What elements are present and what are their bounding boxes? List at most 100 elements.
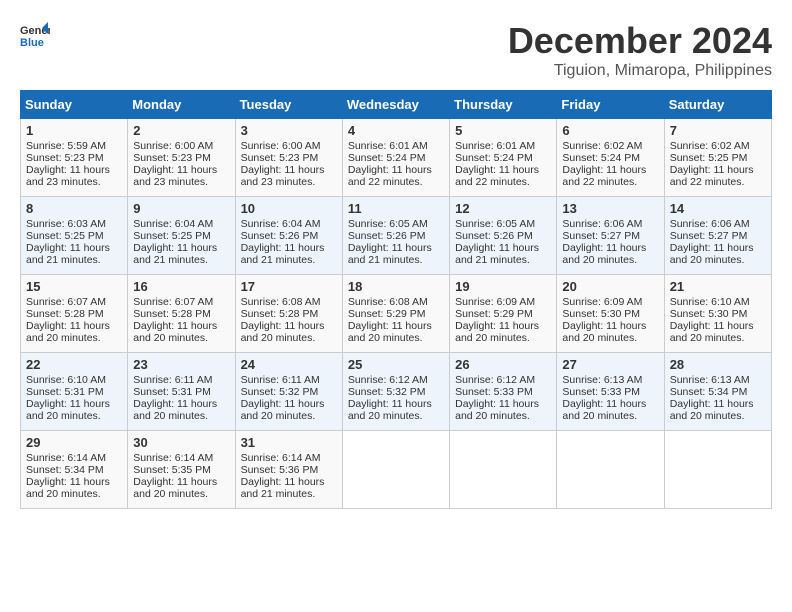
day-info: Sunset: 5:28 PM (133, 308, 229, 320)
day-info: and 21 minutes. (241, 488, 337, 500)
day-info: Daylight: 11 hours (133, 320, 229, 332)
day-info: Daylight: 11 hours (670, 164, 766, 176)
day-info: Sunrise: 6:01 AM (348, 140, 444, 152)
day-info: Sunset: 5:25 PM (133, 230, 229, 242)
calendar-cell: 24Sunrise: 6:11 AMSunset: 5:32 PMDayligh… (235, 353, 342, 431)
day-info: Sunrise: 6:13 AM (670, 374, 766, 386)
day-number: 31 (241, 435, 337, 450)
day-info: Daylight: 11 hours (348, 164, 444, 176)
col-saturday: Saturday (664, 91, 771, 119)
day-info: and 20 minutes. (670, 254, 766, 266)
day-number: 23 (133, 357, 229, 372)
day-info: Daylight: 11 hours (26, 164, 122, 176)
day-info: Daylight: 11 hours (455, 398, 551, 410)
day-info: Sunset: 5:30 PM (670, 308, 766, 320)
calendar-cell (557, 431, 664, 509)
day-number: 9 (133, 201, 229, 216)
month-title: December 2024 (508, 20, 772, 62)
calendar-cell: 10Sunrise: 6:04 AMSunset: 5:26 PMDayligh… (235, 197, 342, 275)
calendar-cell (342, 431, 449, 509)
day-number: 21 (670, 279, 766, 294)
day-number: 13 (562, 201, 658, 216)
calendar-cell: 23Sunrise: 6:11 AMSunset: 5:31 PMDayligh… (128, 353, 235, 431)
day-number: 1 (26, 123, 122, 138)
day-info: Daylight: 11 hours (26, 320, 122, 332)
day-number: 4 (348, 123, 444, 138)
col-thursday: Thursday (450, 91, 557, 119)
day-info: Daylight: 11 hours (133, 398, 229, 410)
day-info: Sunset: 5:23 PM (26, 152, 122, 164)
day-info: and 20 minutes. (133, 410, 229, 422)
calendar-cell: 15Sunrise: 6:07 AMSunset: 5:28 PMDayligh… (21, 275, 128, 353)
day-number: 14 (670, 201, 766, 216)
calendar-cell: 5Sunrise: 6:01 AMSunset: 5:24 PMDaylight… (450, 119, 557, 197)
day-info: and 20 minutes. (241, 332, 337, 344)
calendar-cell: 31Sunrise: 6:14 AMSunset: 5:36 PMDayligh… (235, 431, 342, 509)
day-info: and 20 minutes. (26, 332, 122, 344)
day-info: Sunrise: 6:04 AM (241, 218, 337, 230)
col-wednesday: Wednesday (342, 91, 449, 119)
day-number: 28 (670, 357, 766, 372)
day-info: Sunset: 5:34 PM (670, 386, 766, 398)
day-info: Sunset: 5:33 PM (562, 386, 658, 398)
calendar-cell: 13Sunrise: 6:06 AMSunset: 5:27 PMDayligh… (557, 197, 664, 275)
day-info: and 20 minutes. (455, 332, 551, 344)
logo-icon: General Blue (20, 20, 50, 50)
calendar-cell: 28 Sunrise: 6:13 AMSunset: 5:34 PMDayligh… (664, 353, 771, 431)
calendar-cell: 27Sunrise: 6:13 AMSunset: 5:33 PMDayligh… (557, 353, 664, 431)
day-info: Sunrise: 6:07 AM (133, 296, 229, 308)
day-info: Sunrise: 6:02 AM (670, 140, 766, 152)
day-info: Daylight: 11 hours (670, 398, 766, 410)
day-info: Sunrise: 5:59 AM (26, 140, 122, 152)
day-info: and 20 minutes. (133, 488, 229, 500)
day-number: 18 (348, 279, 444, 294)
day-info: Daylight: 11 hours (241, 164, 337, 176)
calendar-cell: 12Sunrise: 6:05 AMSunset: 5:26 PMDayligh… (450, 197, 557, 275)
calendar-cell: 29Sunrise: 6:14 AMSunset: 5:34 PMDayligh… (21, 431, 128, 509)
day-info: Sunset: 5:30 PM (562, 308, 658, 320)
day-info: Daylight: 11 hours (133, 164, 229, 176)
day-number: 27 (562, 357, 658, 372)
day-info: Sunset: 5:28 PM (241, 308, 337, 320)
day-number: 16 (133, 279, 229, 294)
day-info: Sunrise: 6:03 AM (26, 218, 122, 230)
calendar-cell (450, 431, 557, 509)
calendar-cell: 18Sunrise: 6:08 AMSunset: 5:29 PMDayligh… (342, 275, 449, 353)
day-info: and 20 minutes. (348, 410, 444, 422)
day-info: and 20 minutes. (670, 410, 766, 422)
day-info: and 22 minutes. (562, 176, 658, 188)
calendar-cell: 19Sunrise: 6:09 AMSunset: 5:29 PMDayligh… (450, 275, 557, 353)
day-info: Daylight: 11 hours (26, 476, 122, 488)
day-info: Sunrise: 6:10 AM (670, 296, 766, 308)
day-number: 25 (348, 357, 444, 372)
day-info: and 20 minutes. (455, 410, 551, 422)
svg-text:Blue: Blue (20, 37, 44, 49)
day-number: 24 (241, 357, 337, 372)
logo: General Blue (20, 20, 54, 50)
col-sunday: Sunday (21, 91, 128, 119)
day-info: Daylight: 11 hours (241, 476, 337, 488)
calendar-cell: 16 Sunrise: 6:07 AMSunset: 5:28 PMDayligh… (128, 275, 235, 353)
day-number: 6 (562, 123, 658, 138)
day-number: 11 (348, 201, 444, 216)
day-info: and 21 minutes. (133, 254, 229, 266)
page-header: General Blue December 2024 Tiguion, Mima… (20, 20, 772, 80)
calendar-week-4: 22Sunrise: 6:10 AMSunset: 5:31 PMDayligh… (21, 353, 772, 431)
day-info: Sunset: 5:26 PM (455, 230, 551, 242)
calendar-week-1: 1Sunrise: 5:59 AMSunset: 5:23 PMDaylight… (21, 119, 772, 197)
day-info: Sunset: 5:32 PM (348, 386, 444, 398)
day-info: Sunset: 5:29 PM (455, 308, 551, 320)
day-info: Sunset: 5:29 PM (348, 308, 444, 320)
day-number: 10 (241, 201, 337, 216)
day-number: 29 (26, 435, 122, 450)
day-info: Sunset: 5:34 PM (26, 464, 122, 476)
day-info: Sunset: 5:24 PM (455, 152, 551, 164)
day-info: Sunset: 5:26 PM (241, 230, 337, 242)
day-info: Daylight: 11 hours (455, 164, 551, 176)
calendar-cell: 22Sunrise: 6:10 AMSunset: 5:31 PMDayligh… (21, 353, 128, 431)
location: Tiguion, Mimaropa, Philippines (508, 62, 772, 80)
day-info: Sunrise: 6:02 AM (562, 140, 658, 152)
day-number: 12 (455, 201, 551, 216)
day-info: and 20 minutes. (562, 410, 658, 422)
calendar-cell: 6Sunrise: 6:02 AMSunset: 5:24 PMDaylight… (557, 119, 664, 197)
